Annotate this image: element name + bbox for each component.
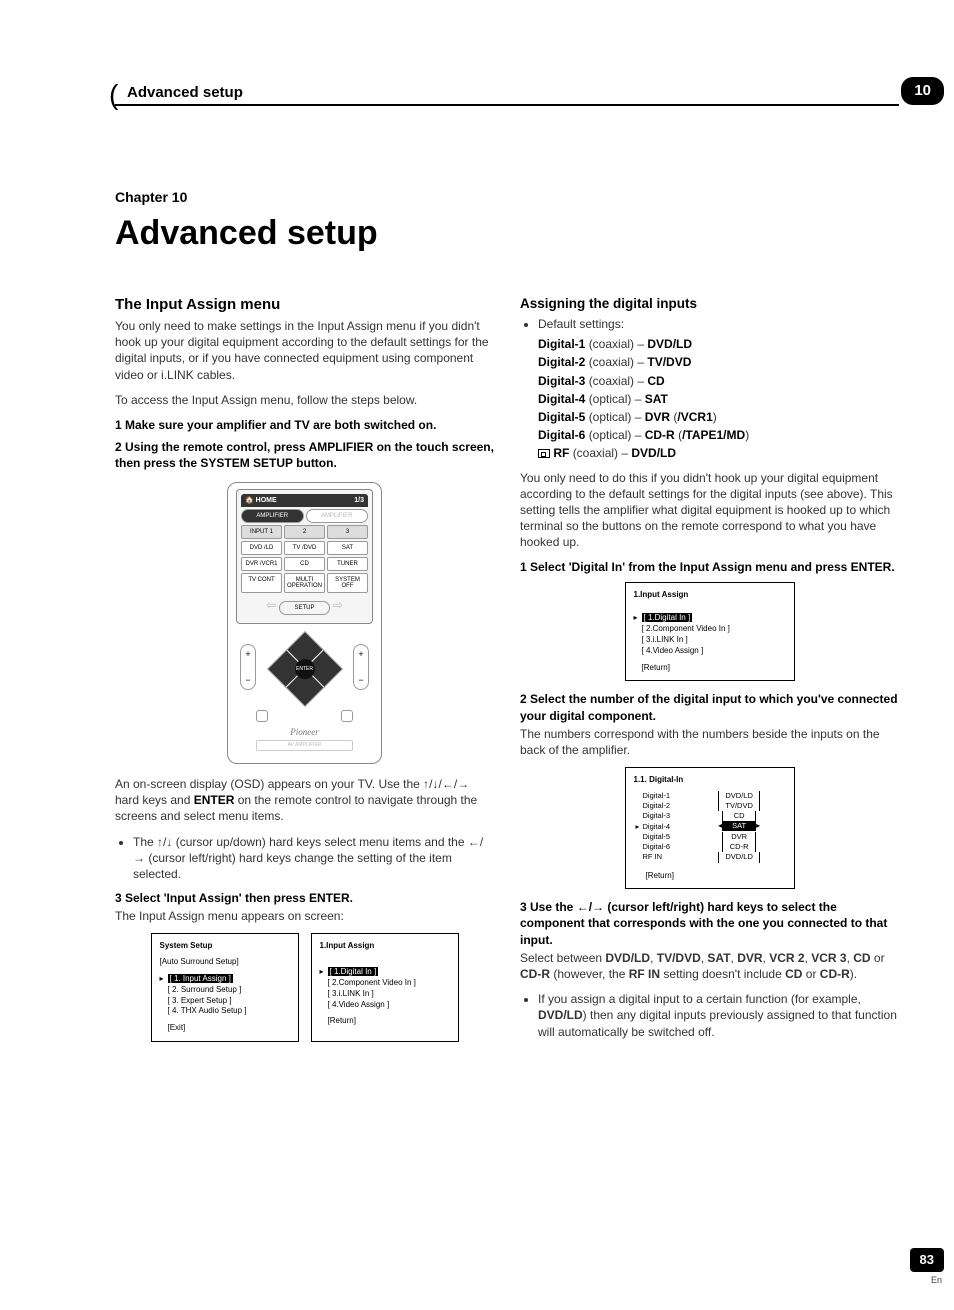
left-step-2: 2 Using the remote control, press AMPLIF… (115, 439, 494, 471)
remote-model: AV AMPLIFIER (256, 740, 353, 751)
menu-digital-in: 1.1. Digital-In Digital-1DVD/LD Digital-… (625, 767, 795, 889)
defaults-label: Default settings: (538, 316, 899, 332)
page-lang: En (931, 1274, 942, 1286)
remote-btn-setup: SETUP (279, 601, 329, 615)
remote-btn-amplifier-active: AMPLIFIER (241, 509, 304, 523)
menu-input-assign-2: 1.Input Assign ▸[ 1.Digital In ] [ 2.Com… (625, 582, 795, 682)
right-step-2-sub: The numbers correspond with the numbers … (520, 726, 899, 758)
remote-btn-tv: TV /DVD (284, 541, 325, 555)
remote-diagram: 🏠 HOME 1/3 AMPLIFIER AMPLIFIER INPUT 1 2… (227, 482, 382, 764)
arrow-up-icon: ↑ (423, 777, 429, 791)
remote-page-ratio: 1/3 (354, 496, 364, 505)
remote-btn-dvr: DVR /VCR1 (241, 557, 282, 571)
ac3-icon (538, 449, 550, 458)
remote-small-btn-left (256, 710, 268, 722)
arrow-left-icon: ← (577, 900, 589, 914)
right-para-2: Select between DVD/LD, TV/DVD, SAT, DVR,… (520, 950, 899, 982)
page-number: 83 (910, 1248, 944, 1272)
chapter-label: Chapter 10 (115, 188, 899, 207)
access-paragraph: To access the Input Assign menu, follow … (115, 392, 494, 408)
arrow-right-icon: → (133, 851, 145, 865)
right-bullet: If you assign a digital input to a certa… (538, 991, 899, 1040)
left-step-1: 1 Make sure your amplifier and TV are bo… (115, 417, 494, 433)
right-step-1: 1 Select 'Digital In' from the Input Ass… (520, 559, 899, 575)
intro-paragraph: You only need to make settings in the In… (115, 318, 494, 383)
arrow-right-icon: → (457, 777, 469, 791)
arrow-left-icon: ← (468, 835, 480, 849)
remote-brand: Pioneer (236, 726, 373, 738)
remote-home: HOME (256, 497, 277, 504)
header-left-paren: ( (109, 76, 118, 114)
header-rule (115, 104, 899, 106)
header-label: Advanced setup (127, 83, 243, 103)
right-step-3: 3 Use the ←/→ (cursor left/right) hard k… (520, 899, 899, 948)
remote-btn-input2: 2 (284, 525, 325, 539)
remote-btn-input1: INPUT 1 (241, 525, 282, 539)
right-step-2: 2 Select the number of the digital input… (520, 691, 899, 723)
remote-btn-tuner: TUNER (327, 557, 368, 571)
menu-system-setup: System Setup [Auto Surround Setup] ▸[ 1.… (151, 933, 299, 1042)
remote-btn-amplifier-ghost: AMPLIFIER (306, 509, 369, 523)
arrow-down-icon: ↓ (433, 777, 439, 791)
left-step-3: 3 Select 'Input Assign' then press ENTER… (115, 890, 494, 906)
remote-btn-tvcont: TV CONT (241, 573, 282, 593)
remote-dpad-area: +− ENTER +− (236, 634, 373, 704)
remote-dpad: ENTER (278, 642, 332, 696)
left-step-3-sub: The Input Assign menu appears on screen: (115, 908, 494, 924)
defaults-list: Digital-1 (coaxial) – DVD/LD Digital-2 (… (538, 336, 899, 461)
osd-paragraph: An on-screen display (OSD) appears on yo… (115, 776, 494, 825)
osd-bullet: The ↑/↓ (cursor up/down) hard keys selec… (133, 834, 494, 883)
arrow-left-icon: ← (442, 777, 454, 791)
remote-btn-multi: MULTI OPERATION (284, 573, 325, 593)
left-column: The Input Assign menu You only need to m… (115, 295, 494, 1050)
remote-btn-sysoff: SYSTEM OFF (327, 573, 368, 593)
arrow-down-icon: ↓ (166, 835, 172, 849)
section-input-assign: The Input Assign menu (115, 295, 494, 315)
remote-btn-cd: CD (284, 557, 325, 571)
remote-small-btn-right (341, 710, 353, 722)
remote-volume-left: +− (240, 644, 256, 690)
arrow-right-icon: → (592, 900, 604, 914)
page-title: Advanced setup (115, 211, 899, 257)
remote-screen: 🏠 HOME 1/3 AMPLIFIER AMPLIFIER INPUT 1 2… (236, 489, 373, 625)
right-para-1: You only need to do this if you didn't h… (520, 470, 899, 551)
remote-btn-sat: SAT (327, 541, 368, 555)
chapter-badge: 10 (901, 77, 944, 105)
page-header: ( Advanced setup 10 (115, 80, 899, 108)
remote-btn-input3: 3 (327, 525, 368, 539)
section-assign-digital: Assigning the digital inputs (520, 295, 899, 313)
remote-enter: ENTER (295, 659, 315, 679)
right-column: Assigning the digital inputs Default set… (520, 295, 899, 1050)
remote-volume-right: +− (353, 644, 369, 690)
arrow-up-icon: ↑ (157, 835, 163, 849)
remote-btn-dvd: DVD /LD (241, 541, 282, 555)
menu-input-assign: 1.Input Assign ▸[ 1.Digital In ] [ 2.Com… (311, 933, 459, 1042)
